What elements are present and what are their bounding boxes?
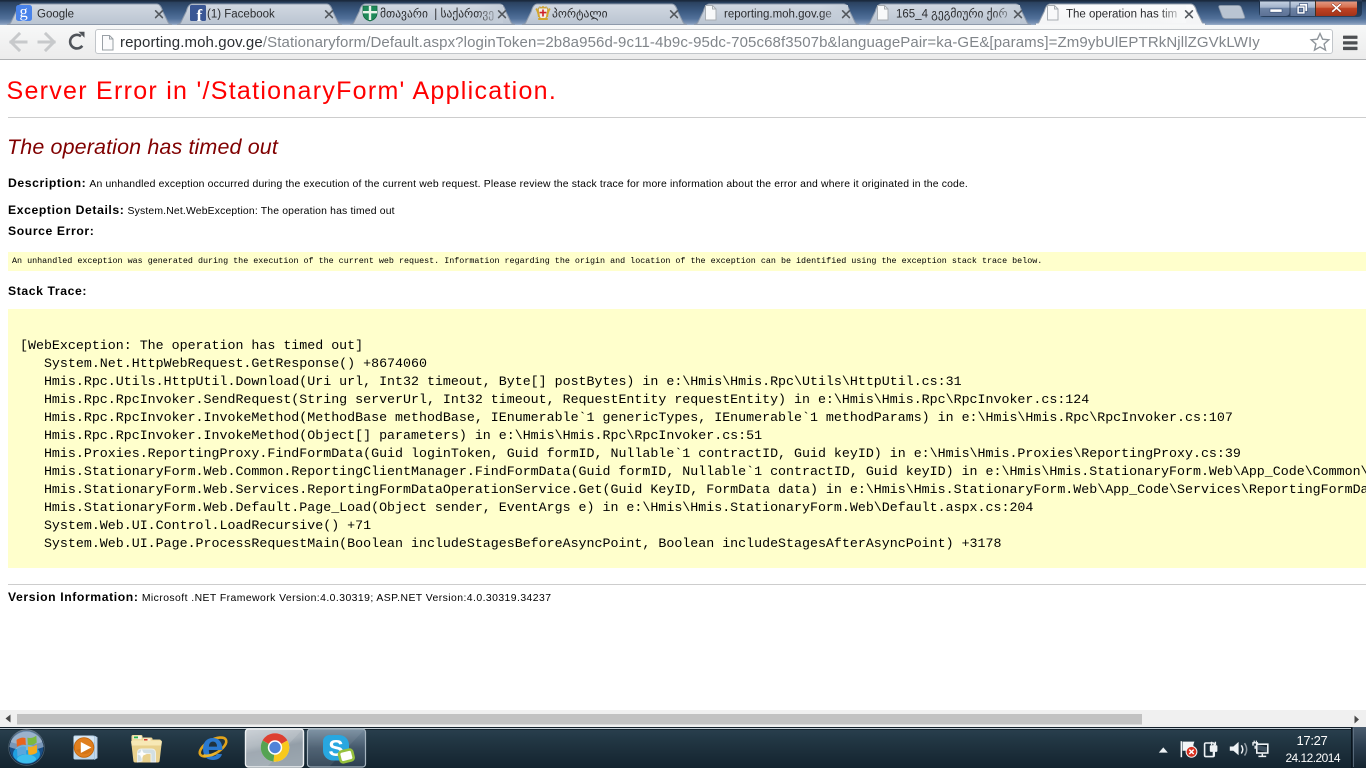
svg-text:Google: Google <box>37 9 74 21</box>
svg-text:(1) Facebook: (1) Facebook <box>207 9 275 21</box>
svg-text:e: e <box>202 727 224 768</box>
svg-text:პორტალი: პორტალი <box>552 9 608 21</box>
svg-text:g: g <box>20 2 28 21</box>
svg-text:reporting.moh.gov.ge: reporting.moh.gov.ge <box>724 9 832 21</box>
svg-text:24.12.2014: 24.12.2014 <box>1285 751 1340 765</box>
svg-text:17:27: 17:27 <box>1296 733 1327 748</box>
svg-text:f: f <box>197 6 203 25</box>
svg-text:165_4 გეგმიური ქირ: 165_4 გეგმიური ქირ <box>896 9 1008 21</box>
